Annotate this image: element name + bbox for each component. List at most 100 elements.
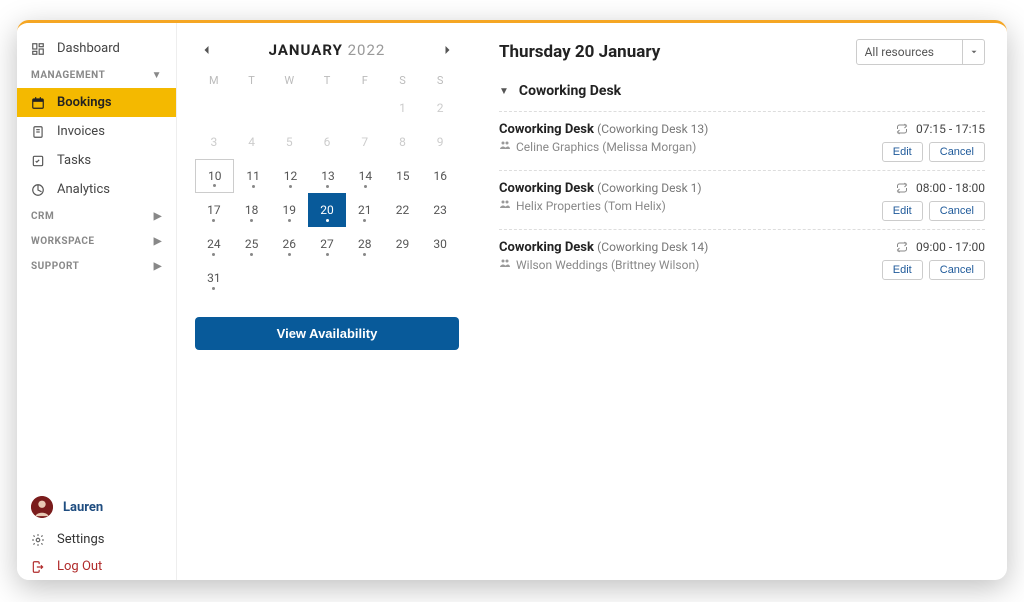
booking-row: Coworking Desk (Coworking Desk 13) Celin…	[499, 111, 985, 170]
calendar-day[interactable]: 16	[422, 159, 459, 193]
chevron-right-icon: ▶	[154, 211, 162, 222]
event-dot-icon	[212, 287, 215, 290]
sidebar-group-crm[interactable]: CRM ▶	[17, 204, 176, 229]
chevron-right-icon: ▶	[154, 236, 162, 247]
calendar-dow: F	[346, 69, 384, 91]
event-dot-icon	[363, 253, 366, 256]
sidebar-item-logout[interactable]: Log Out	[17, 553, 176, 580]
resource-group-header[interactable]: ▼ Coworking Desk	[499, 83, 985, 99]
resource-filter-select[interactable]: All resources	[856, 39, 985, 65]
calendar-day[interactable]: 21	[346, 193, 384, 227]
booking-resource-sub: (Coworking Desk 1)	[597, 181, 701, 195]
sidebar-item-settings[interactable]: Settings	[17, 526, 176, 553]
calendar-day	[308, 91, 346, 125]
calendar-day[interactable]: 20	[308, 193, 346, 227]
calendar-day[interactable]: 13	[309, 159, 346, 193]
calendar-day[interactable]: 24	[195, 227, 233, 261]
calendar-day[interactable]: 8	[384, 125, 422, 159]
calendar-day[interactable]: 29	[384, 227, 422, 261]
booking-time: 09:00 - 17:00	[916, 240, 985, 254]
calendar-day[interactable]: 15	[384, 159, 421, 193]
calendar-day[interactable]: 31	[195, 261, 233, 295]
avatar	[31, 496, 53, 518]
booking-resource: Coworking Desk	[499, 240, 594, 255]
calendar-icon	[31, 96, 47, 110]
people-icon	[499, 198, 511, 213]
calendar-day[interactable]: 7	[346, 125, 384, 159]
sidebar-item-tasks[interactable]: Tasks	[17, 146, 176, 175]
event-dot-icon	[326, 185, 329, 188]
event-dot-icon	[363, 219, 366, 222]
event-dot-icon	[326, 253, 329, 256]
calendar-day[interactable]: 4	[233, 125, 271, 159]
calendar-day	[270, 91, 308, 125]
sidebar-group-workspace[interactable]: WORKSPACE ▶	[17, 229, 176, 254]
calendar-day[interactable]: 9	[421, 125, 459, 159]
event-dot-icon	[288, 219, 291, 222]
edit-button[interactable]: Edit	[882, 201, 923, 221]
event-dot-icon	[212, 219, 215, 222]
selected-date-label: Thursday 20 January	[499, 42, 660, 62]
view-availability-button[interactable]: View Availability	[195, 317, 459, 350]
sidebar-item-bookings[interactable]: Bookings	[17, 88, 176, 117]
calendar-day[interactable]: 11	[234, 159, 271, 193]
repeat-icon	[896, 182, 908, 194]
event-dot-icon	[250, 219, 253, 222]
booking-time: 07:15 - 17:15	[916, 122, 985, 136]
calendar-day[interactable]: 3	[195, 125, 233, 159]
calendar-day[interactable]: 25	[233, 227, 271, 261]
calendar-day[interactable]: 18	[233, 193, 271, 227]
calendar-dow: W	[270, 69, 308, 91]
calendar-day[interactable]: 14	[347, 159, 384, 193]
booking-resource-sub: (Coworking Desk 14)	[597, 240, 708, 254]
calendar-day[interactable]: 22	[384, 193, 422, 227]
calendar-day[interactable]: 23	[421, 193, 459, 227]
calendar-day[interactable]: 27	[308, 227, 346, 261]
calendar-dow: T	[233, 69, 271, 91]
chevron-down-icon	[962, 40, 984, 64]
calendar-day[interactable]: 17	[195, 193, 233, 227]
calendar-grid: MTWTFSS 12345678910111213141516171819202…	[195, 69, 459, 295]
cal-next-button[interactable]	[441, 44, 453, 56]
event-dot-icon	[252, 185, 255, 188]
calendar-day[interactable]: 2	[421, 91, 459, 125]
booking-row: Coworking Desk (Coworking Desk 14) Wilso…	[499, 229, 985, 288]
cal-prev-button[interactable]	[201, 44, 213, 56]
booking-customer: Wilson Weddings (Brittney Wilson)	[516, 258, 699, 272]
calendar-day[interactable]: 28	[346, 227, 384, 261]
calendar-title: JANUARY 2022	[269, 41, 386, 59]
calendar-day	[195, 91, 233, 125]
calendar-day[interactable]: 10	[195, 159, 234, 193]
event-dot-icon	[289, 185, 292, 188]
sidebar-item-label: Tasks	[57, 153, 91, 168]
sidebar-item-invoices[interactable]: Invoices	[17, 117, 176, 146]
calendar-dow: S	[384, 69, 422, 91]
sidebar-item-dashboard[interactable]: Dashboard	[17, 34, 176, 63]
brand-logo-icon	[29, 20, 55, 21]
calendar-day[interactable]: 5	[270, 125, 308, 159]
calendar-day[interactable]: 30	[421, 227, 459, 261]
calendar-day[interactable]: 1	[384, 91, 422, 125]
sidebar-group-label: MANAGEMENT	[31, 70, 105, 81]
sidebar-group-support[interactable]: SUPPORT ▶	[17, 254, 176, 279]
calendar-day[interactable]: 12	[272, 159, 309, 193]
sidebar-item-analytics[interactable]: Analytics	[17, 175, 176, 204]
booking-resource: Coworking Desk	[499, 181, 594, 196]
calendar-day[interactable]: 6	[308, 125, 346, 159]
calendar-day[interactable]: 26	[270, 227, 308, 261]
sidebar-item-label: Dashboard	[57, 41, 120, 56]
calendar-day[interactable]: 19	[270, 193, 308, 227]
resource-group-title: Coworking Desk	[519, 83, 621, 99]
sidebar-group-management[interactable]: MANAGEMENT ▼	[17, 63, 176, 88]
edit-button[interactable]: Edit	[882, 260, 923, 280]
people-icon	[499, 139, 511, 154]
current-user[interactable]: Lauren	[17, 488, 176, 526]
event-dot-icon	[250, 253, 253, 256]
tasks-icon	[31, 154, 47, 168]
cancel-button[interactable]: Cancel	[929, 142, 985, 162]
event-dot-icon	[326, 219, 329, 222]
edit-button[interactable]: Edit	[882, 142, 923, 162]
people-icon	[499, 257, 511, 272]
cancel-button[interactable]: Cancel	[929, 260, 985, 280]
cancel-button[interactable]: Cancel	[929, 201, 985, 221]
